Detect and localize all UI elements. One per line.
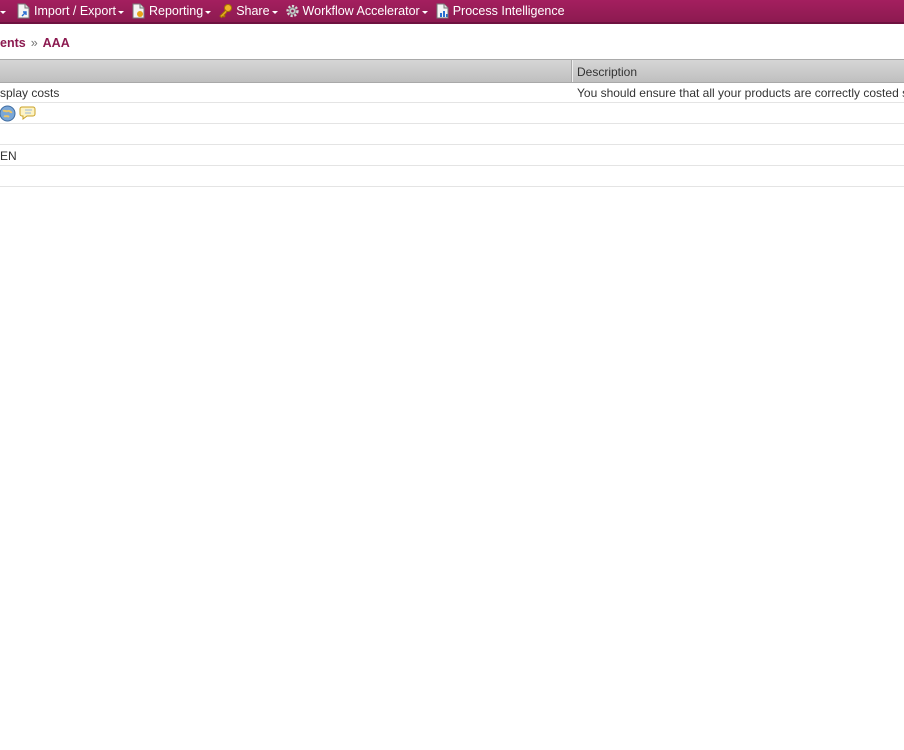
breadcrumb: ents » AAA (0, 36, 70, 50)
import-export-menu[interactable]: Import / Export (16, 0, 124, 22)
process-intelligence-menu[interactable]: Process Intelligence (435, 0, 565, 22)
key-icon (219, 4, 233, 19)
column-header-description[interactable]: Description (577, 65, 637, 79)
reporting-label: Reporting (148, 4, 204, 18)
table-row[interactable] (0, 103, 904, 124)
breadcrumb-separator: » (30, 36, 38, 50)
document-arrow-icon (17, 3, 30, 19)
comment-bubble-icon[interactable] (19, 105, 37, 121)
table-row[interactable] (0, 166, 904, 187)
chart-document-icon (436, 3, 449, 19)
column-resize-handle[interactable] (571, 60, 573, 82)
cell-name: splay costs (0, 86, 60, 100)
leading-menu-caret-icon[interactable] (0, 10, 6, 14)
report-document-icon (132, 3, 145, 19)
share-menu[interactable]: Share (218, 0, 278, 22)
table-row[interactable]: EN (0, 145, 904, 166)
row-icon-group (0, 103, 904, 123)
grid-header: Description (0, 59, 904, 83)
chevron-down-icon (117, 10, 124, 14)
workflow-accelerator-label: Workflow Accelerator (302, 4, 420, 18)
breadcrumb-parent-link[interactable]: ents (0, 36, 26, 50)
breadcrumb-current[interactable]: AAA (43, 36, 70, 50)
import-export-label: Import / Export (34, 4, 116, 18)
globe-icon[interactable] (0, 105, 16, 122)
table-row[interactable]: splay costs You should ensure that all y… (0, 82, 904, 103)
table-row[interactable] (0, 124, 904, 145)
chevron-down-icon (421, 10, 428, 14)
process-intelligence-label: Process Intelligence (452, 4, 565, 18)
main-toolbar: Import / Export Reporting Share Workflow… (0, 0, 904, 24)
workflow-accelerator-menu[interactable]: Workflow Accelerator (285, 0, 428, 22)
chevron-down-icon (205, 10, 212, 14)
cell-name: EN (0, 149, 17, 163)
share-label: Share (236, 4, 270, 18)
chevron-down-icon (271, 10, 278, 14)
cell-description: You should ensure that all your products… (577, 86, 904, 100)
gear-icon (285, 4, 299, 18)
reporting-menu[interactable]: Reporting (131, 0, 212, 22)
